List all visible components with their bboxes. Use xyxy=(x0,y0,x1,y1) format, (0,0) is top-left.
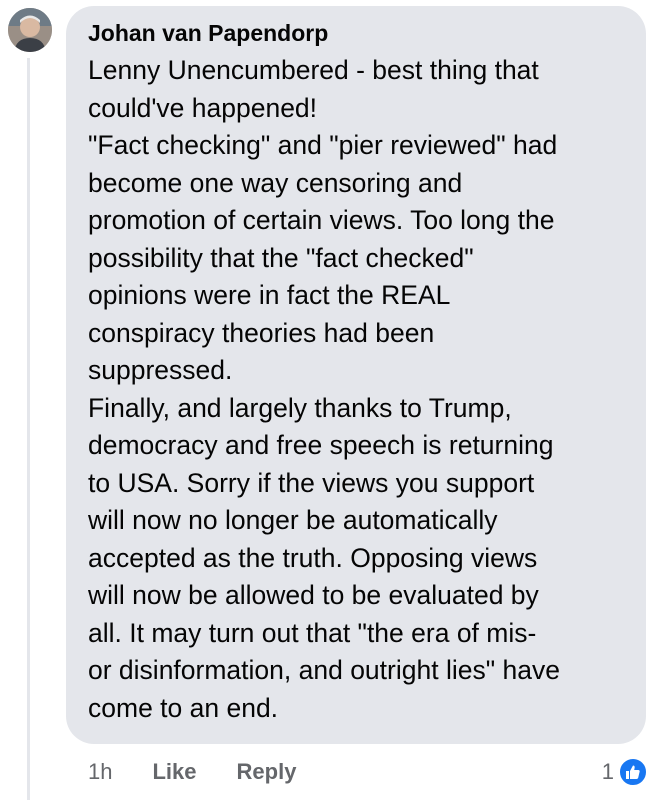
like-button[interactable]: Like xyxy=(152,759,196,785)
comment-text: Lenny Unencumbered - best thing that cou… xyxy=(88,52,634,727)
reaction-summary[interactable]: 1 xyxy=(602,752,648,792)
comment-line: come to an end. xyxy=(88,692,279,723)
thread-line xyxy=(27,58,30,800)
comment-thread: Johan van Papendorp Lenny Unencumbered -… xyxy=(0,0,656,800)
timestamp[interactable]: 1h xyxy=(88,759,112,785)
comment-line: could've happened! xyxy=(88,92,318,123)
comment-line: or disinformation, and outright lies" ha… xyxy=(88,655,560,685)
comment-actions: 1h Like Reply xyxy=(88,752,336,792)
comment-line: will now no longer be automatically xyxy=(88,505,498,535)
comment-line: Finally, and largely thanks to Trump, xyxy=(88,392,512,423)
avatar[interactable] xyxy=(8,8,52,52)
comment-line: suppressed. xyxy=(88,355,233,385)
comment-line: become one way censoring and xyxy=(88,167,463,198)
reply-button[interactable]: Reply xyxy=(237,759,297,785)
comment-line: "Fact checking" and "pier reviewed" had xyxy=(88,130,558,160)
comment-line: Lenny Unencumbered - best thing that xyxy=(88,55,539,85)
comment-line: democracy and free speech is returning xyxy=(88,430,554,460)
thumbs-up-icon xyxy=(618,757,648,787)
reaction-count: 1 xyxy=(601,759,614,784)
comment-bubble: Johan van Papendorp Lenny Unencumbered -… xyxy=(66,6,646,744)
author-name[interactable]: Johan van Papendorp xyxy=(88,18,634,48)
comment-line: promotion of certain views. Too long the xyxy=(88,205,555,235)
comment-line: to USA. Sorry if the views you support xyxy=(88,467,535,498)
comment-line: conspiracy theories had been xyxy=(88,317,435,348)
comment-line: possibility that the "fact checked" xyxy=(88,242,474,273)
comment-line: all. It may turn out that "the era of mi… xyxy=(88,617,537,648)
comment-line: opinions were in fact the REAL xyxy=(88,280,451,310)
comment-line: accepted as the truth. Opposing views xyxy=(88,542,538,573)
comment-line: will now be allowed to be evaluated by xyxy=(88,580,539,610)
